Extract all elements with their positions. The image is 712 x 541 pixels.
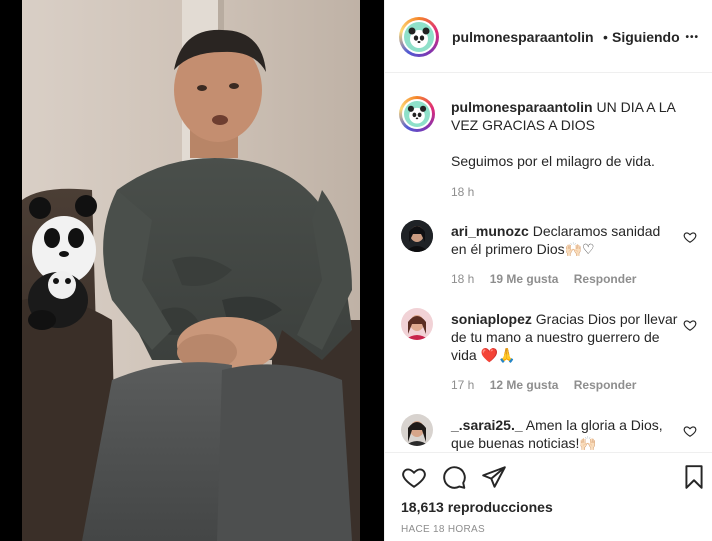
views-count[interactable]: 18,613 reproducciones — [401, 499, 553, 515]
heart-icon[interactable] — [683, 424, 697, 438]
avatar-photo-icon — [401, 220, 433, 252]
heart-icon[interactable] — [683, 318, 697, 332]
post-header: pulmonesparaantolin • Siguiendo ••• — [385, 0, 712, 73]
comment-text: soniaplopez Gracias Dios por llevar de t… — [451, 310, 679, 364]
heart-icon[interactable] — [401, 464, 427, 490]
panda-avatar-icon — [407, 105, 427, 124]
heart-icon[interactable] — [683, 230, 697, 244]
following-button[interactable]: Siguiendo — [612, 29, 680, 45]
comment-text: _.sarai25._ Amen la gloria a Dios, que b… — [451, 416, 679, 452]
post-actions: 18,613 reproducciones HACE 18 HORAS — [385, 452, 712, 541]
comment-username[interactable]: soniaplopez — [451, 311, 532, 327]
comment-time: 18 h — [451, 272, 475, 286]
comment-item: soniaplopez Gracias Dios por llevar de t… — [401, 308, 701, 396]
commenter-avatar[interactable] — [401, 414, 433, 446]
comment-text: ari_munozc Declaramos sanidad en él prim… — [451, 222, 679, 258]
share-icon[interactable] — [481, 464, 507, 490]
video-player[interactable] — [0, 0, 384, 541]
comment-meta: 18 h 19 Me gusta Responder — [451, 272, 648, 286]
caption: pulmonesparaantolin UN DIA A LA VEZ GRAC… — [399, 96, 701, 206]
author-avatar[interactable] — [399, 17, 439, 57]
panda-avatar-icon — [408, 27, 430, 48]
caption-text: pulmonesparaantolin UN DIA A LA VEZ GRAC… — [451, 98, 681, 134]
caption-avatar[interactable] — [399, 96, 435, 132]
video-frame[interactable] — [22, 0, 360, 541]
bookmark-icon[interactable] — [681, 464, 707, 490]
video-still — [22, 0, 360, 541]
post-side-panel: pulmonesparaantolin • Siguiendo ••• pulm… — [384, 0, 712, 541]
caption-line-2: Seguimos por el milagro de vida. — [451, 153, 655, 169]
follow-separator: • — [603, 29, 608, 45]
author-username[interactable]: pulmonesparaantolin — [452, 29, 594, 45]
comments-list[interactable]: pulmonesparaantolin UN DIA A LA VEZ GRAC… — [385, 74, 712, 452]
comment-icon[interactable] — [441, 464, 467, 490]
comment-time: 17 h — [451, 378, 475, 392]
post-timestamp: HACE 18 HORAS — [401, 524, 485, 535]
more-options-icon[interactable]: ••• — [685, 32, 699, 43]
comment-likes[interactable]: 19 Me gusta — [490, 272, 559, 286]
commenter-avatar[interactable] — [401, 308, 433, 340]
comment-item: _.sarai25._ Amen la gloria a Dios, que b… — [401, 414, 701, 452]
avatar-photo-icon — [401, 414, 433, 446]
reply-button[interactable]: Responder — [574, 378, 637, 392]
comment-meta: 17 h 12 Me gusta Responder — [451, 378, 648, 392]
caption-username[interactable]: pulmonesparaantolin — [451, 99, 593, 115]
avatar-photo-icon — [401, 308, 433, 340]
comment-item: ari_munozc Declaramos sanidad en él prim… — [401, 220, 701, 290]
comment-username[interactable]: ari_munozc — [451, 223, 529, 239]
reply-button[interactable]: Responder — [574, 272, 637, 286]
commenter-avatar[interactable] — [401, 220, 433, 252]
comment-likes[interactable]: 12 Me gusta — [490, 378, 559, 392]
caption-time: 18 h — [451, 185, 475, 199]
letterbox-right — [360, 0, 384, 541]
comment-username[interactable]: _.sarai25._ — [451, 417, 523, 433]
letterbox-left — [0, 0, 22, 541]
